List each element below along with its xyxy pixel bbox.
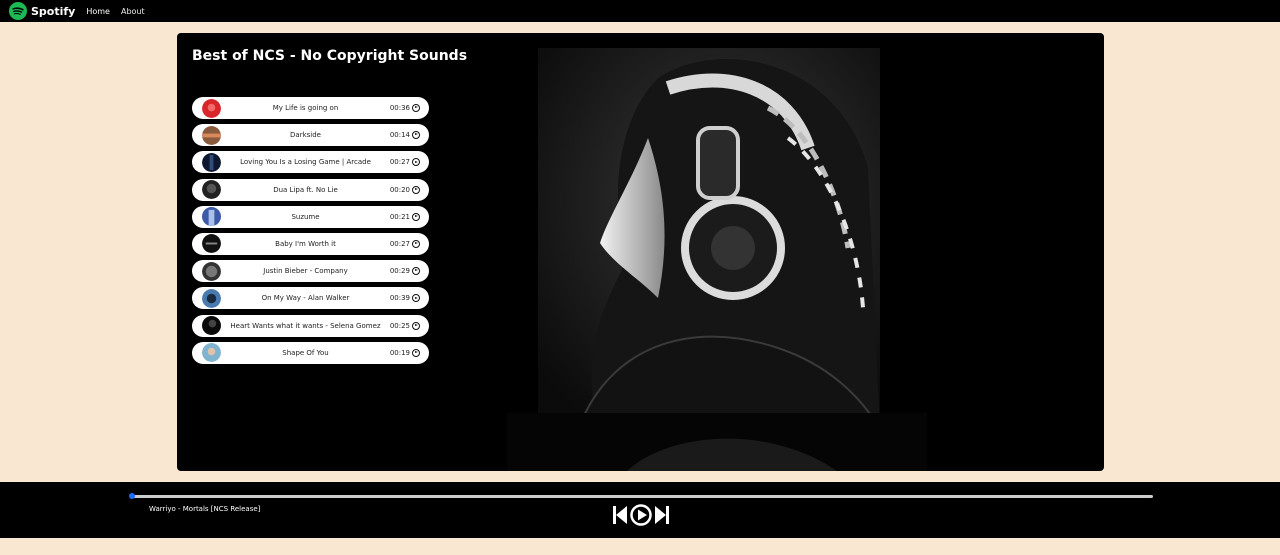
cover-reflection — [507, 413, 927, 471]
song-item[interactable]: Justin Bieber - Company 00:29 — [192, 260, 429, 283]
song-name: Baby I'm Worth it — [275, 239, 336, 248]
song-name: Loving You Is a Losing Game | Arcade — [240, 158, 371, 167]
song-list: My Life is going on 00:36 Darkside 00:14… — [192, 97, 429, 369]
song-duration: 00:27 — [389, 239, 410, 248]
song-duration: 00:36 — [389, 104, 410, 112]
song-name: My Life is going on — [272, 104, 339, 112]
song-item[interactable]: Loving You Is a Losing Game | Arcade 00:… — [192, 151, 429, 174]
song-item[interactable]: Baby I'm Worth it 00:27 — [192, 232, 429, 255]
brand[interactable]: Spotify — [9, 2, 75, 20]
brand-name: Spotify — [31, 4, 76, 18]
play-circle-icon[interactable] — [412, 185, 420, 194]
song-thumbnail — [202, 234, 221, 254]
song-thumbnail — [202, 316, 221, 335]
song-name: Dua Lipa ft. No Lie — [273, 185, 338, 194]
nav-link-home[interactable]: Home — [86, 7, 110, 16]
song-thumbnail — [202, 343, 221, 363]
progress-knob[interactable] — [129, 493, 135, 499]
player-bar: Warriyo - Mortals [NCS Release] — [0, 482, 1280, 538]
song-item[interactable]: Darkside 00:14 — [192, 124, 429, 147]
song-name: Darkside — [290, 131, 321, 140]
now-playing-title: Warriyo - Mortals [NCS Release] — [149, 505, 261, 513]
spotify-logo-icon — [9, 2, 27, 20]
song-name: Suzume — [291, 212, 320, 221]
play-circle-icon[interactable] — [412, 321, 420, 330]
play-circle-icon[interactable] — [412, 348, 420, 357]
song-item[interactable]: On My Way - Alan Walker 00:39 — [192, 287, 429, 310]
song-name: On My Way - Alan Walker — [261, 294, 350, 303]
song-item[interactable]: Heart Wants what it wants - Selena Gomez… — [192, 314, 429, 337]
song-duration: 00:19 — [389, 348, 410, 357]
play-circle-icon[interactable] — [412, 104, 420, 112]
playlist-title: Best of NCS - No Copyright Sounds — [192, 48, 468, 64]
nav-link-about[interactable]: About — [121, 7, 145, 16]
play-circle-icon[interactable] — [412, 212, 420, 221]
song-item[interactable]: Dua Lipa ft. No Lie 00:20 — [192, 178, 429, 201]
song-thumbnail — [202, 180, 221, 200]
song-duration: 00:29 — [389, 267, 410, 276]
song-thumbnail — [202, 288, 221, 308]
song-item[interactable]: Suzume 00:21 — [192, 205, 429, 228]
play-circle-icon[interactable] — [412, 158, 420, 167]
song-thumbnail — [202, 98, 221, 118]
song-name: Heart Wants what it wants - Selena Gomez — [230, 321, 381, 330]
song-duration: 00:25 — [389, 321, 410, 330]
song-thumbnail — [202, 125, 221, 145]
play-icon[interactable] — [630, 504, 652, 526]
play-circle-icon[interactable] — [412, 239, 420, 248]
next-icon[interactable] — [655, 505, 669, 525]
song-thumbnail — [202, 207, 221, 227]
song-item[interactable]: My Life is going on 00:36 — [192, 97, 429, 119]
play-circle-icon[interactable] — [412, 131, 420, 140]
previous-icon[interactable] — [613, 505, 627, 525]
progress-bar[interactable] — [129, 493, 1153, 499]
player-controls — [613, 504, 669, 526]
song-item[interactable]: Shape Of You 00:19 — [192, 341, 429, 364]
play-circle-icon[interactable] — [412, 267, 420, 276]
song-name: Shape Of You — [282, 348, 329, 357]
song-duration: 00:14 — [389, 131, 410, 140]
song-thumbnail — [202, 261, 221, 281]
song-name: Justin Bieber - Company — [263, 267, 348, 276]
song-duration: 00:21 — [389, 212, 410, 221]
cover-image — [538, 48, 880, 430]
song-duration: 00:39 — [389, 294, 410, 303]
navbar: Spotify Home About — [0, 0, 1280, 22]
song-thumbnail — [202, 152, 221, 172]
song-duration: 00:20 — [389, 185, 410, 194]
song-duration: 00:27 — [389, 158, 410, 167]
playlist-container: Best of NCS - No Copyright Sounds My Lif… — [177, 33, 1104, 471]
play-circle-icon[interactable] — [412, 294, 420, 303]
